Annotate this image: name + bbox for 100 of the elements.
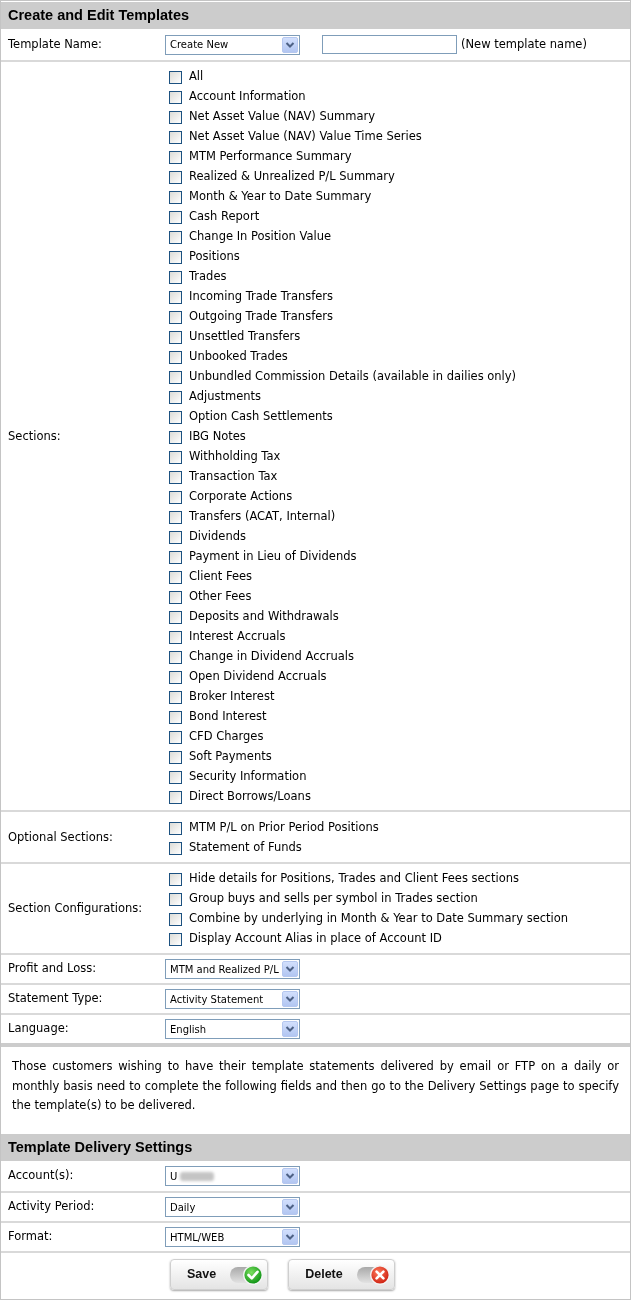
checkbox[interactable] bbox=[169, 70, 182, 84]
checkbox-label[interactable]: Interest Accruals bbox=[189, 628, 286, 646]
checkbox[interactable] bbox=[169, 250, 182, 264]
checkbox[interactable] bbox=[169, 490, 182, 504]
checkbox-label[interactable]: Net Asset Value (NAV) Value Time Series bbox=[189, 128, 422, 146]
checkbox[interactable] bbox=[169, 570, 182, 584]
checkbox[interactable] bbox=[169, 872, 182, 886]
checkbox-label[interactable]: Outgoing Trade Transfers bbox=[189, 308, 333, 326]
checkbox[interactable] bbox=[169, 470, 182, 484]
checkbox[interactable] bbox=[169, 270, 182, 284]
checkbox[interactable] bbox=[169, 770, 182, 784]
dropdown[interactable]: Create New bbox=[165, 34, 300, 55]
checkbox[interactable] bbox=[169, 892, 182, 906]
checkbox[interactable] bbox=[169, 310, 182, 324]
checkbox-label[interactable]: Change In Position Value bbox=[189, 228, 332, 246]
checkbox-label[interactable]: CFD Charges bbox=[189, 728, 264, 746]
checkbox[interactable] bbox=[169, 410, 182, 424]
checkbox-label[interactable]: Dividends bbox=[189, 528, 246, 546]
checkbox-label[interactable]: Change in Dividend Accruals bbox=[189, 648, 355, 666]
checkbox[interactable] bbox=[169, 150, 182, 164]
checkbox-label[interactable]: Broker Interest bbox=[189, 688, 275, 706]
checkbox[interactable] bbox=[169, 530, 182, 544]
checkbox[interactable] bbox=[169, 350, 182, 364]
checkbox[interactable] bbox=[169, 730, 182, 744]
field-label: Statement Type: bbox=[8, 990, 103, 1008]
checkbox-label[interactable]: MTM Performance Summary bbox=[189, 148, 352, 166]
checkbox-label[interactable]: Net Asset Value (NAV) Summary bbox=[189, 108, 375, 126]
checkbox-label[interactable]: Hide details for Positions, Trades and Client Fees sections bbox=[189, 870, 519, 888]
checkbox-label[interactable]: Payment in Lieu of Dividends bbox=[189, 548, 357, 566]
checkbox-label[interactable]: Client Fees bbox=[189, 568, 253, 586]
checkbox-label[interactable]: Group buys and sells per symbol in Trades section bbox=[189, 890, 478, 908]
checkbox[interactable] bbox=[169, 821, 182, 835]
chevron-down-icon bbox=[282, 36, 298, 53]
checkbox-label[interactable]: Transaction Tax bbox=[189, 468, 278, 486]
checkbox-label[interactable]: Month & Year to Date Summary bbox=[189, 188, 372, 206]
checkbox-label[interactable]: Direct Borrows/Loans bbox=[189, 788, 311, 806]
checkbox-label[interactable]: MTM P/L on Prior Period Positions bbox=[189, 819, 379, 837]
checkbox[interactable] bbox=[169, 590, 182, 604]
checkbox-label[interactable]: Adjustments bbox=[189, 388, 261, 406]
dropdown[interactable]: U bbox=[165, 1166, 300, 1186]
checkbox[interactable] bbox=[169, 550, 182, 564]
checkbox[interactable] bbox=[169, 750, 182, 764]
checkbox[interactable] bbox=[169, 510, 182, 524]
template-name-input[interactable] bbox=[322, 35, 457, 54]
chevron-down-icon bbox=[282, 1168, 298, 1184]
checkbox-label[interactable]: Positions bbox=[189, 248, 240, 266]
checkbox[interactable] bbox=[169, 790, 182, 804]
checkbox[interactable] bbox=[169, 650, 182, 664]
checkbox-label[interactable]: Unbundled Commission Details (available in dailies only) bbox=[189, 368, 517, 386]
checkbox[interactable] bbox=[169, 912, 182, 926]
checkbox[interactable] bbox=[169, 932, 182, 946]
checkbox-label[interactable]: Security Information bbox=[189, 768, 307, 786]
checkbox-label[interactable]: Unbooked Trades bbox=[189, 348, 288, 366]
dropdown[interactable]: Daily bbox=[165, 1197, 300, 1217]
checkbox-label[interactable]: Open Dividend Accruals bbox=[189, 668, 327, 686]
checkbox[interactable] bbox=[169, 450, 182, 464]
dropdown[interactable]: English bbox=[165, 1019, 300, 1039]
checkbox[interactable] bbox=[169, 390, 182, 404]
checkbox[interactable] bbox=[169, 610, 182, 624]
checkbox-label[interactable]: Corporate Actions bbox=[189, 488, 293, 506]
checkbox-label[interactable]: Withholding Tax bbox=[189, 448, 281, 466]
checkbox[interactable] bbox=[169, 90, 182, 104]
checkbox-label[interactable]: Statement of Funds bbox=[189, 839, 302, 857]
checkbox-label[interactable]: Incoming Trade Transfers bbox=[189, 288, 334, 306]
checkbox[interactable] bbox=[169, 630, 182, 644]
checkbox[interactable] bbox=[169, 330, 182, 344]
checkbox[interactable] bbox=[169, 670, 182, 684]
checkbox-label[interactable]: Display Account Alias in place of Account ID bbox=[189, 930, 442, 948]
dropdown[interactable]: MTM and Realized P/L bbox=[165, 959, 300, 979]
checkbox[interactable] bbox=[169, 190, 182, 204]
checkbox-label[interactable]: Deposits and Withdrawals bbox=[189, 608, 339, 626]
checkbox[interactable] bbox=[169, 710, 182, 724]
checkbox[interactable] bbox=[169, 130, 182, 144]
checkbox[interactable] bbox=[169, 690, 182, 704]
checkbox[interactable] bbox=[169, 290, 182, 304]
checkbox-label[interactable]: Other Fees bbox=[189, 588, 252, 606]
delete-button[interactable]: Delete bbox=[288, 1259, 395, 1290]
checkbox-label[interactable]: Combine by underlying in Month & Year to Date Summary section bbox=[189, 910, 569, 928]
checkbox[interactable] bbox=[169, 170, 182, 184]
dropdown[interactable]: HTML/WEB bbox=[165, 1227, 300, 1247]
checkbox-label[interactable]: Bond Interest bbox=[189, 708, 267, 726]
checkbox-label[interactable]: Cash Report bbox=[189, 208, 260, 226]
checkbox[interactable] bbox=[169, 370, 182, 384]
dropdown[interactable]: Activity Statement bbox=[165, 989, 300, 1009]
checkbox-label[interactable]: All bbox=[189, 68, 204, 86]
checkbox-label[interactable]: Option Cash Settlements bbox=[189, 408, 333, 426]
checkbox-label[interactable]: Transfers (ACAT, Internal) bbox=[189, 508, 336, 526]
checkbox-label[interactable]: Soft Payments bbox=[189, 748, 272, 766]
checkbox[interactable] bbox=[169, 230, 182, 244]
save-button[interactable]: Save bbox=[170, 1259, 269, 1290]
checkbox[interactable] bbox=[169, 110, 182, 124]
checkbox-label[interactable]: Unsettled Transfers bbox=[189, 328, 301, 346]
checkbox[interactable] bbox=[169, 841, 182, 855]
checkbox[interactable] bbox=[169, 430, 182, 444]
checkbox-label[interactable]: Account Information bbox=[189, 88, 306, 106]
checkbox-label[interactable]: Trades bbox=[189, 268, 227, 286]
toggle-cross-icon bbox=[356, 1263, 391, 1286]
checkbox-label[interactable]: IBG Notes bbox=[189, 428, 246, 446]
checkbox[interactable] bbox=[169, 210, 182, 224]
checkbox-label[interactable]: Realized & Unrealized P/L Summary bbox=[189, 168, 395, 186]
